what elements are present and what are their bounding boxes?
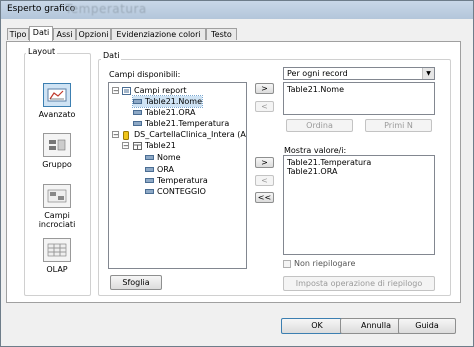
browse-button[interactable]: Sfoglia — [110, 275, 162, 290]
tree-item-label: Table21.ORA — [145, 108, 196, 117]
tree-node-table21[interactable]: Table21 — [133, 140, 176, 151]
table-icon — [133, 142, 142, 150]
report-fields-icon — [122, 87, 131, 95]
tree-item-label: Table21.Nome — [145, 97, 203, 106]
tree-item-label: Nome — [157, 153, 181, 162]
tree-item-label: Temperatura — [157, 176, 208, 185]
dati-group-label: Dati — [101, 51, 122, 60]
values-list[interactable]: Table21.Temperatura Table21.ORA — [283, 155, 435, 255]
show-values-label: Mostra valore/i: — [284, 146, 347, 155]
tree-item-report-ora[interactable]: Table21.ORA — [133, 107, 195, 118]
group-chart-icon — [43, 133, 71, 157]
group-by-select[interactable]: Per ogni record ▼ — [283, 67, 435, 80]
group-by-item[interactable]: Table21.Nome — [284, 83, 434, 96]
tree-item-conteggio[interactable]: CONTEGGIO — [145, 186, 206, 197]
field-icon — [133, 121, 142, 126]
layout-olap-label: OLAP — [46, 265, 68, 274]
layout-crosstab-label: Campi incrociati — [38, 211, 76, 229]
tree-item-label: ORA — [157, 165, 175, 174]
tab-testo[interactable]: Testo — [206, 28, 237, 40]
layout-olap-button[interactable]: OLAP — [27, 238, 87, 274]
field-icon — [145, 178, 154, 183]
tab-evidenziazione-colori[interactable]: Evidenziazione colori — [111, 28, 206, 40]
layout-group-label-text: Gruppo — [42, 160, 72, 169]
database-icon — [122, 131, 131, 140]
tree-node-datasource[interactable]: DS_CartellaClinica_Intera (ADO.N — [122, 129, 246, 140]
tree-node-label: Table21 — [145, 141, 176, 150]
layout-group-button[interactable]: Gruppo — [27, 133, 87, 169]
available-fields-label: Campi disponibili: — [109, 70, 181, 79]
remove-group-button[interactable]: < — [255, 101, 274, 112]
values-item[interactable]: Table21.ORA — [284, 167, 434, 176]
collapse-icon[interactable]: − — [112, 87, 119, 95]
tree-item-label: Table21.Temperatura — [145, 119, 230, 128]
tree-node-label: DS_CartellaClinica_Intera (ADO.N — [134, 130, 246, 139]
values-item[interactable]: Table21.Temperatura — [284, 156, 434, 167]
add-value-button[interactable]: > — [255, 157, 274, 168]
order-button[interactable]: Ordina — [286, 119, 353, 132]
tree-item-report-temperatura[interactable]: Table21.Temperatura — [133, 118, 229, 129]
browse-button-label: Sfoglia — [122, 278, 150, 287]
remove-value-button[interactable]: < — [255, 175, 274, 186]
chevron-down-icon: ▼ — [422, 68, 434, 79]
tree-item-nome[interactable]: Nome — [145, 152, 181, 163]
field-icon — [133, 110, 142, 115]
tree-node-label: Campi report — [134, 86, 187, 95]
tree-item-report-nome[interactable]: Table21.Nome — [131, 95, 204, 108]
no-summary-checkbox[interactable] — [283, 260, 291, 268]
field-icon — [145, 155, 154, 160]
layout-advanced-label: Avanzato — [38, 110, 76, 119]
tab-tipo[interactable]: Tipo — [7, 28, 29, 40]
available-fields-tree[interactable]: − Campi report Table21.Nome Table21.ORA … — [108, 82, 247, 269]
tab-assi[interactable]: Assi — [53, 28, 76, 40]
tab-opzioni[interactable]: Opzioni — [76, 28, 111, 40]
advanced-chart-icon — [43, 83, 71, 107]
collapse-icon[interactable]: − — [122, 142, 129, 150]
top-n-button[interactable]: Primi N — [365, 119, 432, 132]
field-icon — [145, 189, 154, 194]
tree-item-temperatura[interactable]: Temperatura — [145, 175, 208, 186]
field-icon — [133, 99, 142, 104]
crosstab-icon — [43, 184, 71, 208]
layout-crosstab-button[interactable]: Campi incrociati — [27, 184, 87, 229]
field-icon — [145, 167, 154, 172]
add-group-button[interactable]: > — [255, 83, 274, 94]
no-summary-label: Non riepilogare — [294, 259, 356, 268]
tree-item-ora[interactable]: ORA — [145, 164, 174, 175]
tree-item-label: CONTEGGIO — [157, 187, 206, 196]
chart-expert-window: Esperto grafico Temperatura Tipo Dati As… — [0, 0, 474, 347]
help-button[interactable]: Guida — [398, 318, 456, 334]
title-bar: Esperto grafico Temperatura — [1, 1, 473, 19]
group-by-select-value: Per ogni record — [287, 69, 348, 78]
collapse-icon[interactable]: − — [112, 131, 119, 139]
summary-operation-button[interactable]: Imposta operazione di riepilogo — [283, 276, 435, 291]
layout-group-label: Layout — [26, 47, 58, 56]
background-window-title: Temperatura — [65, 2, 147, 16]
tree-node-report-fields[interactable]: Campi report — [122, 85, 187, 96]
remove-all-button[interactable]: << — [255, 192, 274, 203]
tab-dati[interactable]: Dati — [29, 26, 53, 41]
layout-advanced-button[interactable]: Avanzato — [27, 83, 87, 119]
group-by-list[interactable]: Table21.Nome — [283, 82, 435, 115]
olap-icon — [43, 238, 71, 262]
